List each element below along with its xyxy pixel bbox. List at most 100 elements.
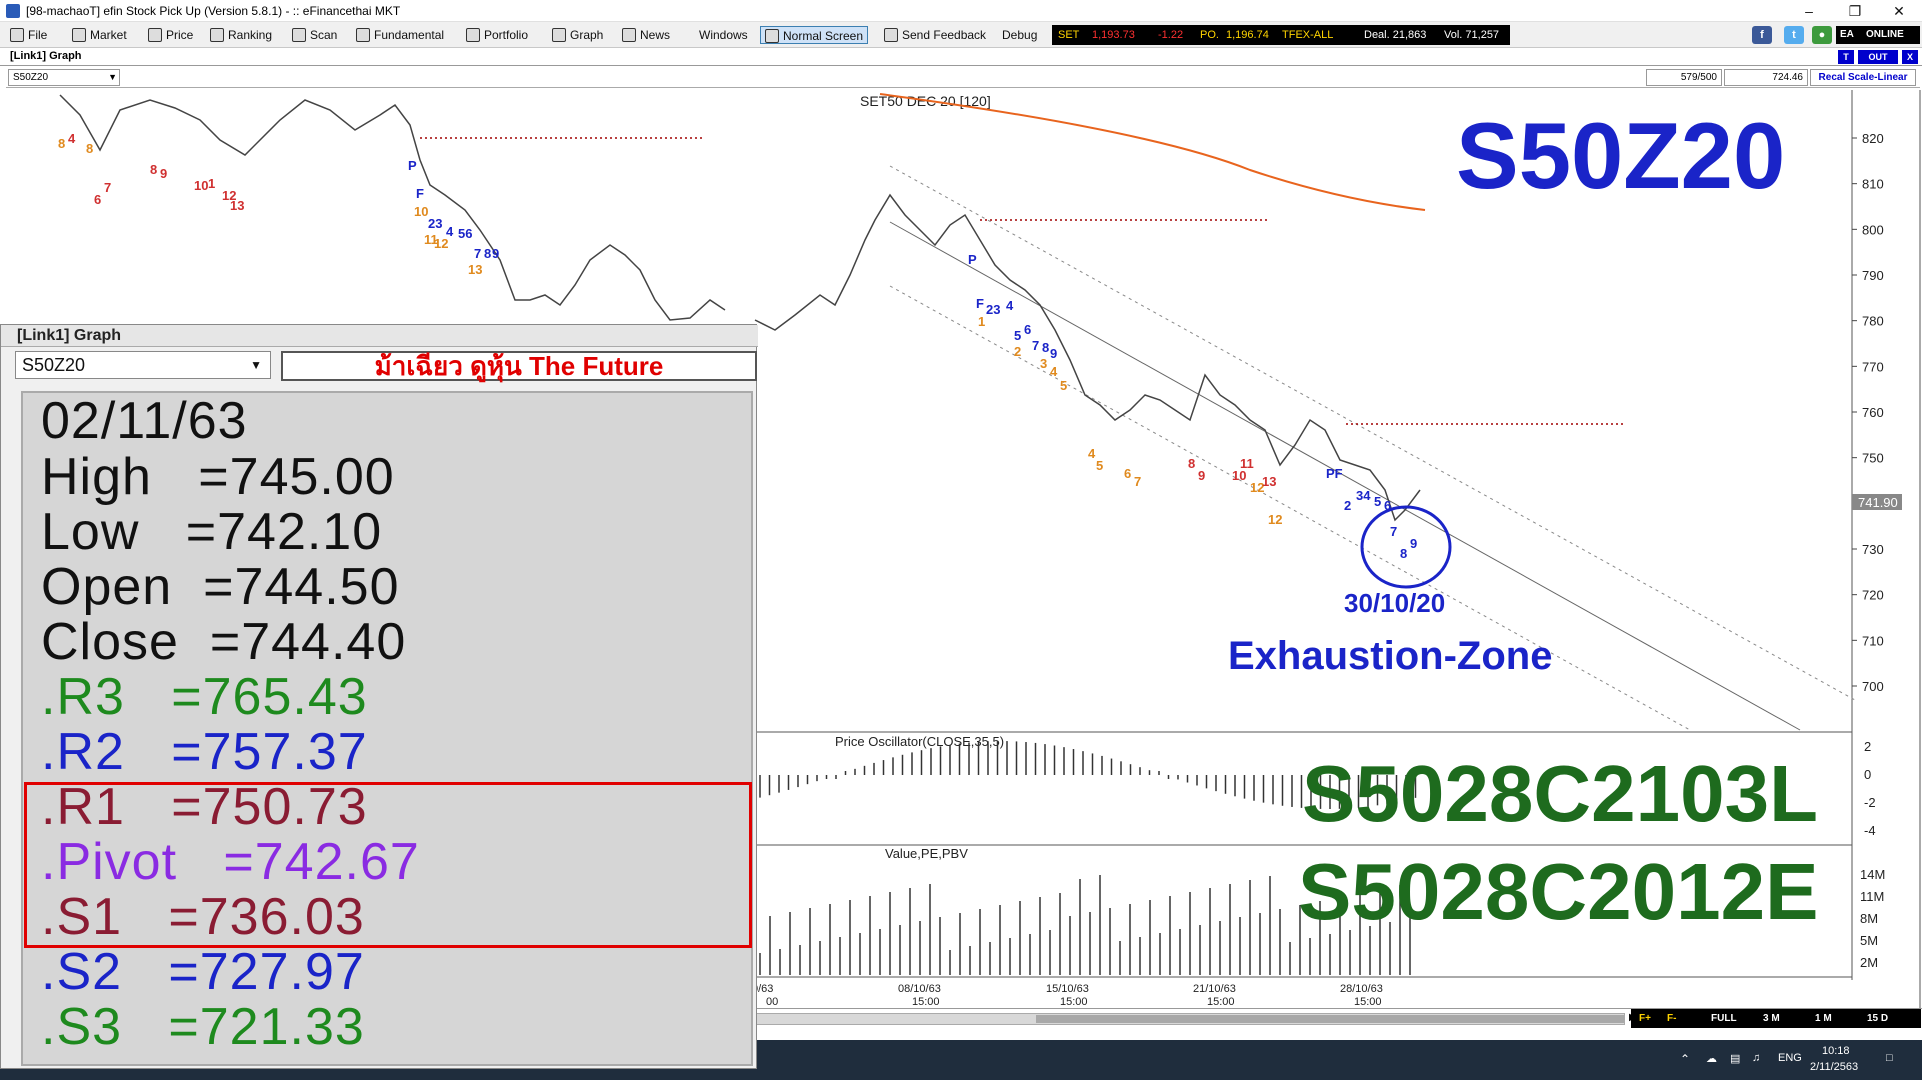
price-tick-label: 750 — [1862, 451, 1884, 466]
svg-text:7: 7 — [1032, 338, 1039, 353]
svg-text:9: 9 — [1410, 536, 1417, 551]
code-overlay-2: S5028C2012E — [1298, 847, 1819, 936]
range-15d-button[interactable]: 15 D — [1867, 1009, 1888, 1028]
svg-text:8: 8 — [1042, 340, 1049, 355]
language-indicator[interactable]: ENG — [1778, 1052, 1802, 1064]
date-label: 21/10/63 — [1193, 983, 1236, 995]
value-title: Value,PE,PBV — [885, 846, 968, 861]
svg-text:9: 9 — [492, 246, 499, 261]
exhaustion-zone-label: Exhaustion-Zone — [1228, 634, 1553, 678]
price-tick-label: 700 — [1862, 679, 1884, 694]
price-tick-label: 800 — [1862, 222, 1884, 237]
svg-text:8: 8 — [150, 162, 157, 177]
svg-text:12: 12 — [434, 236, 448, 251]
date-label: 15/10/63 — [1046, 983, 1089, 995]
svg-text:23: 23 — [986, 302, 1000, 317]
zoom-out-button[interactable]: F- — [1667, 1009, 1676, 1028]
time-label: 15:00 — [1354, 996, 1382, 1008]
svg-text:7: 7 — [104, 180, 111, 195]
svg-text:7: 7 — [474, 246, 481, 261]
svg-text:8: 8 — [484, 246, 491, 261]
info-panel-title: [Link1] Graph — [1, 325, 758, 347]
svg-text:6: 6 — [94, 192, 101, 207]
osc-tick-label: -4 — [1864, 823, 1876, 838]
info-open: Open =744.50 — [41, 558, 400, 616]
svg-text:4: 4 — [68, 131, 76, 146]
chart-navigation: ▶ F+ F- FULL 3 M 1 M 15 D — [755, 1008, 1922, 1028]
current-price-label: 741.90 — [1858, 495, 1898, 510]
svg-text:2: 2 — [1014, 344, 1021, 359]
info-symbol-select[interactable]: S50Z20 ▼ — [15, 351, 271, 379]
svg-text:13: 13 — [1262, 474, 1276, 489]
svg-text:7: 7 — [1390, 524, 1397, 539]
date-label: 28/10/63 — [1340, 983, 1383, 995]
svg-text:P: P — [968, 252, 977, 267]
network-icon[interactable]: ▤ — [1730, 1052, 1740, 1065]
svg-text:6: 6 — [1124, 466, 1131, 481]
svg-text:10: 10 — [414, 204, 428, 219]
svg-text:9: 9 — [160, 166, 167, 181]
volume-icon[interactable]: ♫ — [1752, 1052, 1760, 1064]
svg-text:F: F — [976, 296, 984, 311]
svg-text:8: 8 — [58, 136, 65, 151]
chart-scrollbar[interactable] — [755, 1013, 1625, 1025]
price-tick-label: 760 — [1862, 405, 1884, 420]
svg-text:4: 4 — [1050, 364, 1058, 379]
price-axis: 820810800790780770760750740730720710700 — [1852, 131, 1884, 694]
svg-text:10: 10 — [194, 178, 208, 193]
svg-text:8: 8 — [1188, 456, 1195, 471]
clock-time[interactable]: 10:18 — [1822, 1045, 1850, 1057]
osc-tick-label: -2 — [1864, 795, 1876, 810]
time-label: 00 — [766, 996, 778, 1008]
channel-upper — [889, 165, 1856, 701]
svg-text:5: 5 — [1374, 494, 1381, 509]
range-3m-button[interactable]: 3 M — [1763, 1009, 1780, 1028]
value-tick-label: 5M — [1860, 933, 1878, 948]
scroll-thumb[interactable] — [1036, 1015, 1624, 1023]
price-line-right — [754, 193, 1421, 522]
zoom-in-button[interactable]: F+ — [1639, 1009, 1651, 1028]
svg-text:1: 1 — [978, 314, 985, 329]
range-full-button[interactable]: FULL — [1711, 1009, 1737, 1028]
cloud-icon[interactable]: ☁ — [1706, 1052, 1717, 1065]
time-label: 15:00 — [912, 996, 940, 1008]
price-tick-label: 820 — [1862, 131, 1884, 146]
clock-date[interactable]: 2/11/2563 — [1810, 1061, 1858, 1073]
svg-text:13: 13 — [230, 198, 244, 213]
price-tick-label: 780 — [1862, 314, 1884, 329]
svg-text:9: 9 — [1050, 346, 1057, 361]
time-label: 15:00 — [1207, 996, 1235, 1008]
notification-icon[interactable]: □ — [1886, 1052, 1893, 1064]
time-label: 15:00 — [1060, 996, 1088, 1008]
svg-text:1: 1 — [208, 176, 215, 191]
svg-text:9: 9 — [1198, 468, 1205, 483]
svg-text:PF: PF — [1326, 466, 1343, 481]
pivot-table: 02/11/63 High =745.00 Low =742.10 Open =… — [21, 391, 753, 1066]
svg-text:7: 7 — [1134, 474, 1141, 489]
info-panel: [Link1] Graph S50Z20 ▼ ม้าเฉียว ดูหุ้น T… — [0, 324, 758, 1069]
range-1m-button[interactable]: 1 M — [1815, 1009, 1832, 1028]
info-close: Close =744.40 — [41, 613, 407, 671]
svg-text:23: 23 — [428, 216, 442, 231]
value-tick-label: 2M — [1860, 955, 1878, 970]
svg-text:4: 4 — [1088, 446, 1096, 461]
price-line-left — [59, 94, 726, 321]
info-low: Low =742.10 — [41, 503, 383, 561]
info-r2: .R2 =757.37 — [41, 723, 368, 781]
price-tick-label: 730 — [1862, 542, 1884, 557]
osc-tick-label: 2 — [1864, 739, 1871, 754]
price-tick-label: 710 — [1862, 633, 1884, 648]
range-buttons: F+ F- FULL 3 M 1 M 15 D — [1631, 1009, 1921, 1028]
svg-text:5: 5 — [1060, 378, 1067, 393]
tray-chevron-icon[interactable]: ⌃ — [1680, 1052, 1690, 1066]
moving-average-line — [879, 93, 1426, 211]
svg-text:13: 13 — [468, 262, 482, 277]
svg-text:5: 5 — [1014, 328, 1021, 343]
svg-text:8: 8 — [86, 141, 93, 156]
info-s2: .S2 =727.97 — [41, 943, 365, 1001]
price-tick-label: 790 — [1862, 268, 1884, 283]
value-axis: 14M 11M 8M 5M 2M — [1860, 867, 1885, 970]
value-tick-label: 14M — [1860, 867, 1885, 882]
code-overlay-1: S5028C2103L — [1302, 749, 1818, 838]
price-tick-label: 720 — [1862, 588, 1884, 603]
